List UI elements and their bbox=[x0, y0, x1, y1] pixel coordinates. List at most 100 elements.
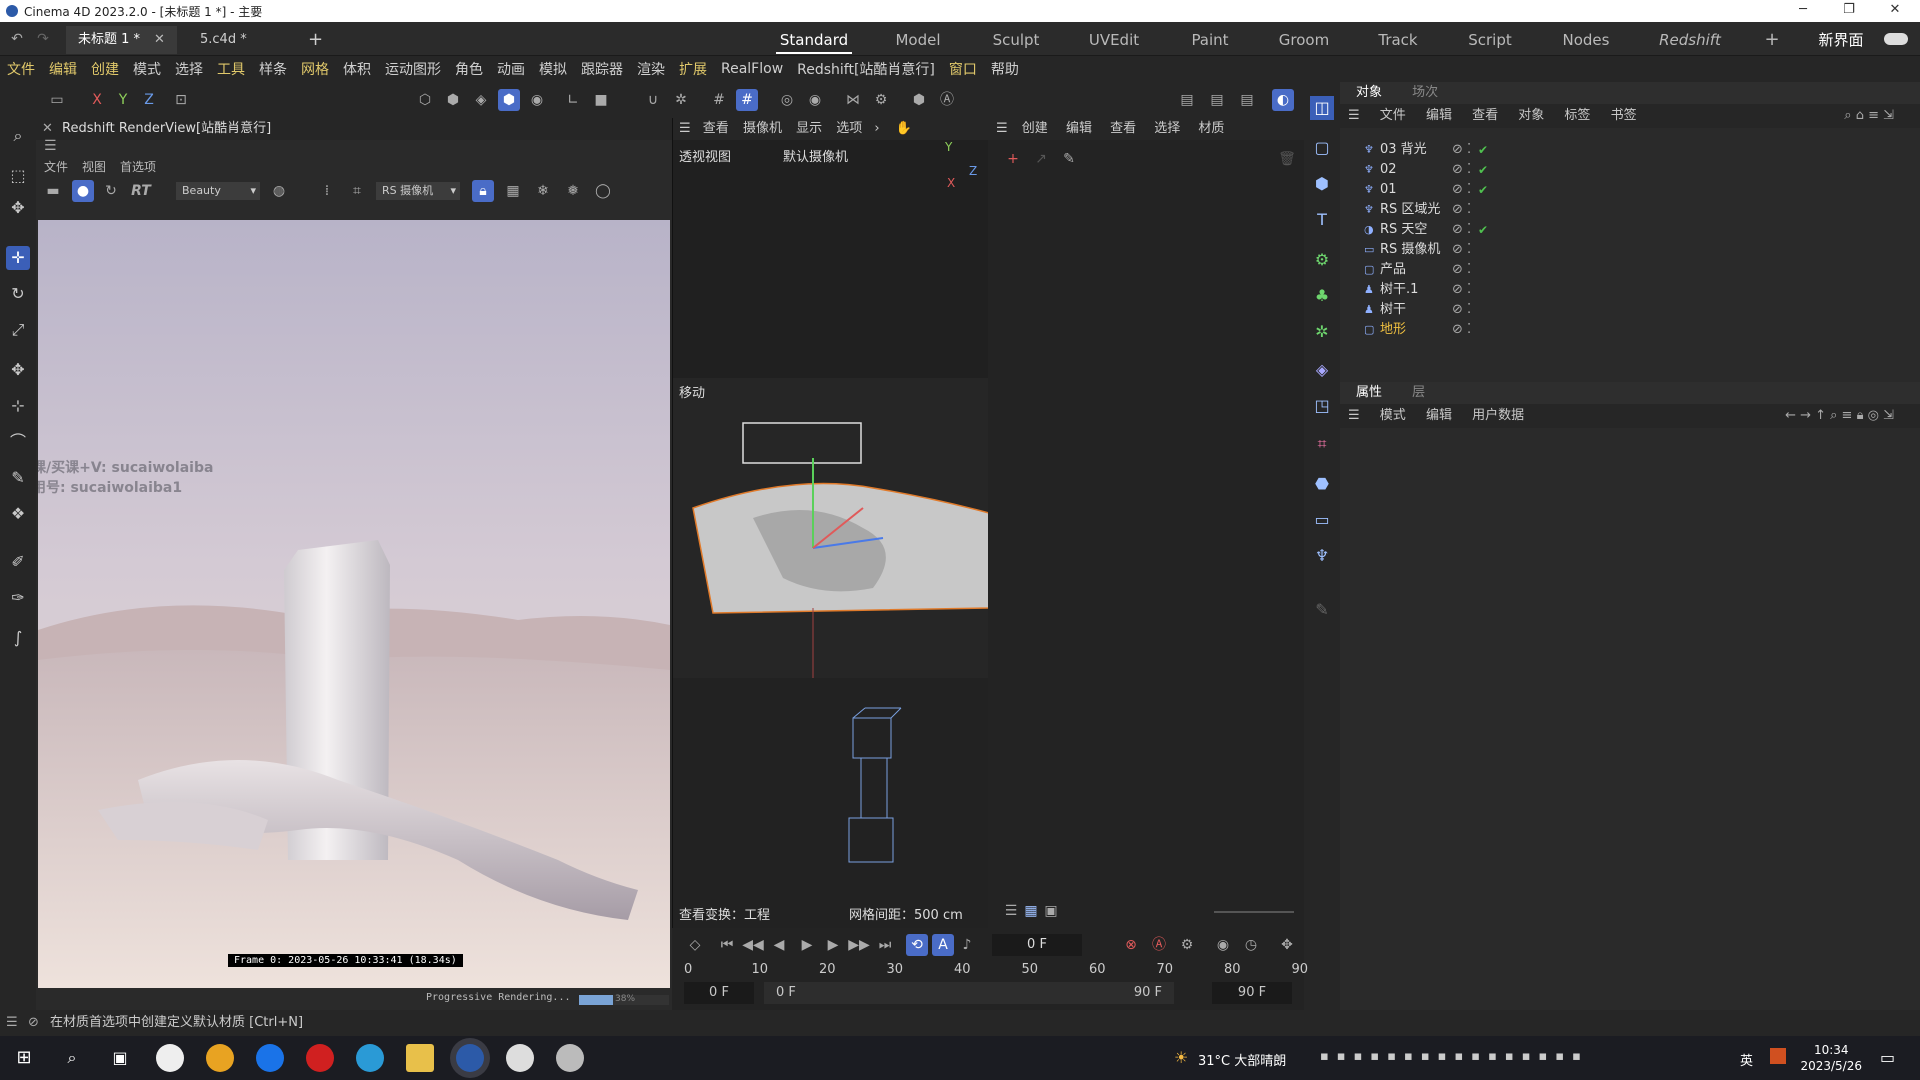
interactive-render-icon[interactable]: ◐ bbox=[1272, 89, 1294, 111]
minimize-button[interactable]: ─ bbox=[1780, 0, 1826, 22]
render-play-icon[interactable]: ● bbox=[72, 180, 94, 202]
visibility-toggle-icon[interactable]: ⊘ ⁚ bbox=[1452, 280, 1471, 300]
zoom-slider[interactable] bbox=[1214, 911, 1294, 913]
object-row[interactable]: ♆ RS 区域光 ⊘ ⁚ bbox=[1340, 200, 1920, 220]
trash-icon[interactable]: 🗑︎ bbox=[1276, 148, 1298, 170]
symmetry-icon[interactable]: ⋈ bbox=[842, 89, 864, 111]
add-material-icon[interactable]: + bbox=[1002, 148, 1024, 170]
motion-icon[interactable]: ◉ bbox=[1212, 934, 1234, 956]
axis-x-button[interactable]: X bbox=[86, 89, 108, 111]
visibility-toggle-icon[interactable]: ⊘ ⁚ bbox=[1452, 320, 1471, 340]
timer-icon[interactable]: ◷ bbox=[1240, 934, 1262, 956]
go-to-start-icon[interactable]: ⏮ bbox=[716, 934, 738, 956]
material-menu-view[interactable]: 查看 bbox=[1110, 121, 1136, 136]
snowflake-alt-icon[interactable]: ❅ bbox=[562, 180, 584, 202]
render-picture-icon[interactable]: ▤ bbox=[1206, 89, 1228, 111]
workspace-script[interactable]: Script bbox=[1452, 26, 1528, 54]
object-row[interactable]: ◑ RS 天空 ⊘ ⁚ ✔ bbox=[1340, 220, 1920, 240]
cube-outline-icon[interactable]: ▢ bbox=[1310, 136, 1334, 160]
tray-app-icon[interactable] bbox=[1770, 1048, 1786, 1064]
lock-icon[interactable]: ■ bbox=[590, 89, 612, 111]
grid-icon[interactable]: # bbox=[708, 89, 730, 111]
tray-icons[interactable]: ▪▪▪▪▪▪▪▪▪▪▪▪▪▪▪▪ bbox=[1320, 1049, 1589, 1064]
grid-icon[interactable]: ▦ bbox=[502, 180, 524, 202]
dots-grid-icon[interactable]: ⁞ bbox=[316, 180, 338, 202]
effector-icon[interactable]: ✲ bbox=[1310, 320, 1334, 344]
hamburger-icon[interactable]: ☰ bbox=[1348, 408, 1360, 423]
object-manager-icon[interactable]: ◫ bbox=[1310, 96, 1334, 120]
grid-view-icon[interactable]: ▦ bbox=[1020, 900, 1042, 922]
object-row[interactable]: ♟ 树干.1 ⊘ ⁚ bbox=[1340, 280, 1920, 300]
chrome-icon[interactable] bbox=[206, 1044, 234, 1072]
menu-extensions[interactable]: 扩展 bbox=[672, 59, 714, 79]
object-row[interactable]: ♆ 02 ⊘ ⁚ ✔ bbox=[1340, 160, 1920, 180]
visibility-toggle-icon[interactable]: ⊘ ⁚ bbox=[1452, 240, 1471, 260]
viewport-menu-options[interactable]: 选项 bbox=[836, 121, 862, 136]
transform-icon[interactable]: ✥ bbox=[6, 358, 30, 382]
workspace-model[interactable]: Model bbox=[880, 26, 956, 54]
close-icon[interactable]: ✕ bbox=[154, 32, 165, 47]
visibility-toggle-icon[interactable]: ⊘ ⁚ bbox=[1452, 220, 1471, 240]
render-view-icon[interactable]: ▤ bbox=[1176, 89, 1198, 111]
spline-icon[interactable]: ∫ bbox=[6, 626, 30, 650]
end-frame-field[interactable]: 90 F bbox=[1212, 982, 1292, 1004]
tab-objects[interactable]: 对象 bbox=[1356, 85, 1382, 100]
workspace-paint[interactable]: Paint bbox=[1172, 26, 1248, 54]
lock-icon[interactable]: 🔒︎ bbox=[472, 180, 494, 202]
loop-icon[interactable]: ⟲ bbox=[906, 934, 928, 956]
enabled-check-icon[interactable]: ✔ bbox=[1478, 220, 1488, 240]
app-icon[interactable] bbox=[156, 1044, 184, 1072]
tab-attributes[interactable]: 属性 bbox=[1356, 385, 1382, 400]
menu-edit[interactable]: 编辑 bbox=[42, 59, 84, 79]
workplane-icon[interactable]: ∟ bbox=[562, 89, 584, 111]
weather-icon[interactable]: ☀ bbox=[1174, 1048, 1188, 1067]
renderview-menu-view[interactable]: 视图 bbox=[82, 158, 106, 175]
workspace-uvedit[interactable]: UVEdit bbox=[1076, 26, 1152, 54]
menu-simulate[interactable]: 模拟 bbox=[532, 59, 574, 79]
brush-icon[interactable]: ✐ bbox=[6, 550, 30, 574]
viewport-perspective[interactable]: 移动 bbox=[673, 378, 990, 678]
render-a-icon[interactable]: Ⓐ bbox=[936, 89, 958, 111]
object-menu-view[interactable]: 查看 bbox=[1472, 108, 1498, 123]
menu-create[interactable]: 创建 bbox=[84, 59, 126, 79]
menu-window[interactable]: 窗口 bbox=[942, 59, 984, 79]
undo-icon[interactable]: ↶ bbox=[6, 28, 28, 50]
pen-icon[interactable]: ✎ bbox=[1310, 598, 1334, 622]
workspace-nodes[interactable]: Nodes bbox=[1548, 26, 1624, 54]
hamburger-icon[interactable]: ☰ bbox=[1348, 108, 1360, 123]
target-icon[interactable]: ◉ bbox=[804, 89, 826, 111]
keyframe-icon[interactable]: ◇ bbox=[684, 934, 706, 956]
renderview-menu-prefs[interactable]: 首选项 bbox=[120, 158, 156, 175]
arrow-icon[interactable]: ↗ bbox=[1030, 148, 1052, 170]
hamburger-icon[interactable]: ☰ bbox=[679, 121, 691, 136]
menu-volume[interactable]: 体积 bbox=[336, 59, 378, 79]
visibility-toggle-icon[interactable]: ⊘ ⁚ bbox=[1452, 140, 1471, 160]
light-icon[interactable]: ♆ bbox=[1310, 544, 1334, 568]
attribute-menu-userdata[interactable]: 用户数据 bbox=[1472, 408, 1524, 423]
viewport-menu-view[interactable]: 查看 bbox=[703, 121, 729, 136]
cube-icon[interactable]: ⬢ bbox=[1310, 172, 1334, 196]
large-view-icon[interactable]: ▣ bbox=[1040, 900, 1062, 922]
rt-button[interactable]: RT bbox=[128, 180, 154, 202]
knife-icon[interactable]: ✎ bbox=[6, 466, 30, 490]
cloner-icon[interactable]: ♣ bbox=[1310, 284, 1334, 308]
hamburger-icon[interactable]: ☰ bbox=[6, 1010, 18, 1036]
next-frame-icon[interactable]: ▶ bbox=[822, 934, 844, 956]
menu-file[interactable]: 文件 bbox=[0, 59, 42, 79]
enabled-check-icon[interactable]: ✔ bbox=[1478, 160, 1488, 180]
pivot-icon[interactable]: ⊹ bbox=[6, 394, 30, 418]
points-mode-icon[interactable]: ⬡ bbox=[414, 89, 436, 111]
refresh-icon[interactable]: ↻ bbox=[100, 180, 122, 202]
autokey-record-icon[interactable]: Ⓐ bbox=[1148, 934, 1170, 956]
material-menu-edit[interactable]: 编辑 bbox=[1066, 121, 1092, 136]
model-mode-icon[interactable]: ⬢ bbox=[498, 89, 520, 111]
key-settings-icon[interactable]: ⚙ bbox=[1176, 934, 1198, 956]
viewport-top[interactable]: 透视视图 默认摄像机 Y Z X bbox=[673, 140, 989, 378]
tab-takes[interactable]: 场次 bbox=[1412, 85, 1438, 100]
menu-render[interactable]: 渲染 bbox=[630, 59, 672, 79]
list-view-icon[interactable]: ☰ bbox=[1000, 900, 1022, 922]
soft-selection-icon[interactable]: ◎ bbox=[776, 89, 798, 111]
notification-icon[interactable]: ▭ bbox=[1880, 1048, 1895, 1067]
material-menu-select[interactable]: 选择 bbox=[1154, 121, 1180, 136]
clock[interactable]: 10:34 2023/5/26 bbox=[1800, 1042, 1862, 1074]
